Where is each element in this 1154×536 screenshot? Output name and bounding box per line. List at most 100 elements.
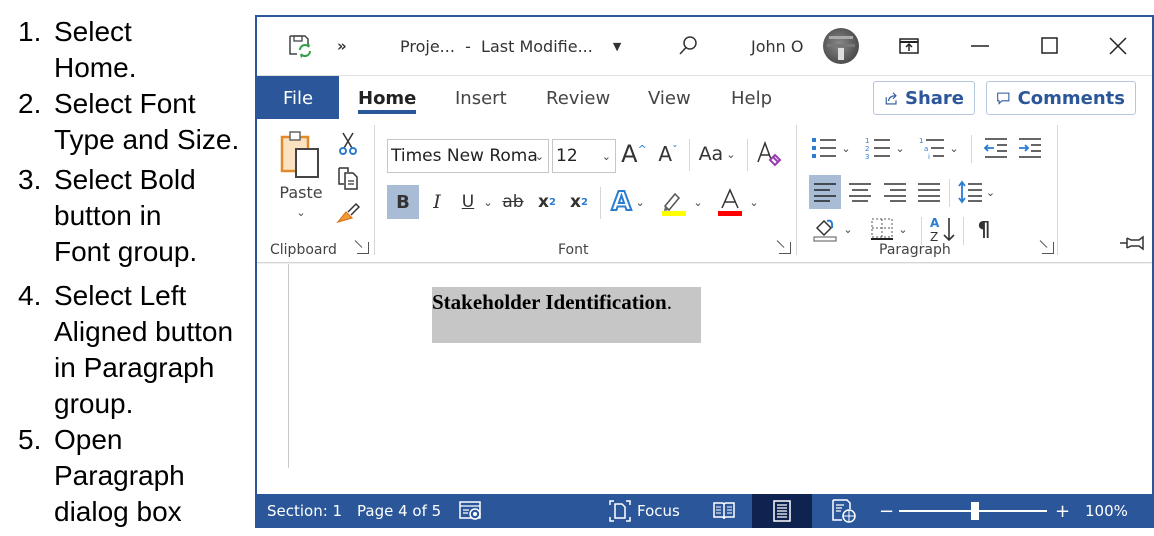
step-number: 4.	[18, 280, 42, 311]
underline-dropdown-chevron-icon[interactable]: ⌄	[481, 185, 495, 219]
font-color-button[interactable]: ⌄	[715, 185, 761, 219]
zoom-in-button[interactable]: +	[1055, 494, 1070, 528]
superscript-icon: x	[570, 192, 581, 212]
underline-button[interactable]: U	[455, 185, 481, 219]
justify-button[interactable]	[913, 175, 945, 209]
ribbon-display-options-button[interactable]	[899, 17, 919, 75]
increase-indent-button[interactable]	[1015, 133, 1045, 163]
tab-file[interactable]: File	[257, 76, 339, 120]
group-divider	[374, 125, 375, 255]
chevron-down-icon: ⌄	[843, 222, 853, 236]
text-effects-button[interactable]: A ⌄	[605, 185, 651, 219]
highlight-color-swatch	[662, 211, 687, 216]
clipboard-dialog-launcher[interactable]	[357, 242, 369, 254]
user-name[interactable]: John O	[751, 17, 803, 75]
step-text: Paragraph	[54, 460, 185, 491]
autosave-button[interactable]	[287, 17, 313, 75]
highlighter-icon	[662, 192, 687, 216]
search-button[interactable]	[677, 17, 699, 75]
accessibility-button[interactable]	[459, 494, 483, 528]
shading-icon	[813, 219, 837, 242]
step-text: dialog box	[54, 496, 182, 527]
zoom-slider-thumb[interactable]	[971, 502, 979, 520]
align-left-button[interactable]	[809, 175, 841, 209]
show-formatting-marks-button[interactable]: ¶	[969, 213, 999, 245]
font-name-combobox[interactable]: Times New Roma ⌄	[387, 139, 549, 173]
shrink-font-button[interactable]: Aˇ	[654, 137, 682, 171]
line-spacing-button[interactable]: ⌄	[954, 175, 998, 209]
zoom-out-button[interactable]: −	[879, 494, 894, 528]
paste-button[interactable]: Paste ⌄	[277, 129, 325, 229]
document-heading[interactable]: Stakeholder Identification.	[432, 290, 672, 315]
sort-az-icon: A Z	[930, 216, 955, 243]
section-indicator[interactable]: Section: 1	[267, 494, 342, 528]
read-mode-button[interactable]	[709, 494, 739, 528]
decrease-indent-button[interactable]	[981, 133, 1011, 163]
sort-button[interactable]: A Z	[926, 213, 960, 245]
step-text: group.	[54, 388, 134, 419]
comments-button[interactable]: Comments	[986, 81, 1136, 115]
decrease-indent-icon	[983, 138, 1007, 158]
clear-formatting-button[interactable]	[753, 137, 785, 171]
instruction-step-2: 2. Select Font Type and Size.	[18, 86, 268, 158]
tab-home[interactable]: Home	[358, 76, 417, 120]
close-icon	[1109, 37, 1127, 55]
chevron-down-icon: ⌄	[749, 195, 759, 209]
avatar[interactable]	[823, 17, 859, 75]
minimize-button[interactable]	[971, 17, 989, 75]
italic-button[interactable]: I	[423, 185, 451, 219]
chevron-down-icon: ⌄	[841, 141, 851, 155]
tab-insert[interactable]: Insert	[455, 76, 507, 120]
step-text: Select Font	[54, 88, 196, 119]
highlight-color-button[interactable]: ⌄	[659, 185, 705, 219]
svg-text:1: 1	[919, 137, 923, 145]
pin-ribbon-button[interactable]	[1119, 233, 1145, 253]
share-button[interactable]: Share	[873, 81, 975, 115]
document-title[interactable]: Proje... - Last Modifie... ▼	[400, 17, 621, 75]
copy-button[interactable]	[335, 165, 361, 191]
align-right-icon	[884, 183, 906, 202]
font-size-combobox[interactable]: 12 ⌄	[552, 139, 616, 173]
text-effects-icon: A	[610, 186, 632, 218]
focus-mode-button[interactable]: Focus	[609, 494, 680, 528]
web-layout-button[interactable]	[829, 494, 859, 528]
read-mode-icon	[713, 502, 735, 520]
tab-review[interactable]: Review	[546, 76, 610, 120]
tab-view[interactable]: View	[648, 76, 691, 120]
selected-text[interactable]: Stakeholder Identification	[432, 290, 667, 314]
borders-button[interactable]: ⌄	[865, 213, 913, 245]
bullets-button[interactable]: ⌄	[809, 133, 853, 163]
change-case-button[interactable]: Aa ⌄	[694, 137, 740, 171]
numbering-button[interactable]: 1 2 3 ⌄	[863, 133, 907, 163]
shading-button[interactable]: ⌄	[809, 213, 857, 245]
paste-dropdown-chevron-icon: ⌄	[296, 206, 306, 219]
print-layout-button[interactable]	[752, 494, 812, 528]
superscript-button[interactable]: x2	[565, 185, 593, 219]
group-divider	[1057, 125, 1058, 255]
grow-font-button[interactable]: A^	[620, 137, 648, 171]
divider	[921, 217, 922, 245]
ribbon-display-icon	[899, 38, 919, 54]
subscript-button[interactable]: x2	[533, 185, 561, 219]
maximize-button[interactable]	[1041, 17, 1059, 75]
page-indicator[interactable]: Page 4 of 5	[357, 494, 441, 528]
increase-indent-icon	[1019, 138, 1041, 158]
multilevel-list-button[interactable]: 1 a i ⌄	[917, 133, 961, 163]
align-right-button[interactable]	[879, 175, 911, 209]
bold-button[interactable]: B	[387, 185, 419, 219]
zoom-level[interactable]: 100%	[1085, 494, 1128, 528]
tab-help[interactable]: Help	[731, 76, 772, 120]
format-painter-button[interactable]	[335, 201, 361, 227]
quick-access-overflow-button[interactable]: »	[337, 17, 347, 75]
document-canvas[interactable]: Stakeholder Identification.	[257, 264, 1152, 493]
step-number: 1.	[18, 16, 42, 47]
step-number: 5.	[18, 424, 42, 455]
strikethrough-button[interactable]: ab	[497, 185, 529, 219]
status-bar: Section: 1 Page 4 of 5 Focus − + 100%	[257, 494, 1152, 528]
align-center-button[interactable]	[844, 175, 876, 209]
close-button[interactable]	[1109, 17, 1127, 75]
cut-button[interactable]	[335, 131, 361, 157]
paragraph-dialog-launcher[interactable]	[1042, 242, 1054, 254]
instruction-step-1: 1. Select Home.	[18, 14, 268, 86]
font-dialog-launcher[interactable]	[779, 242, 791, 254]
